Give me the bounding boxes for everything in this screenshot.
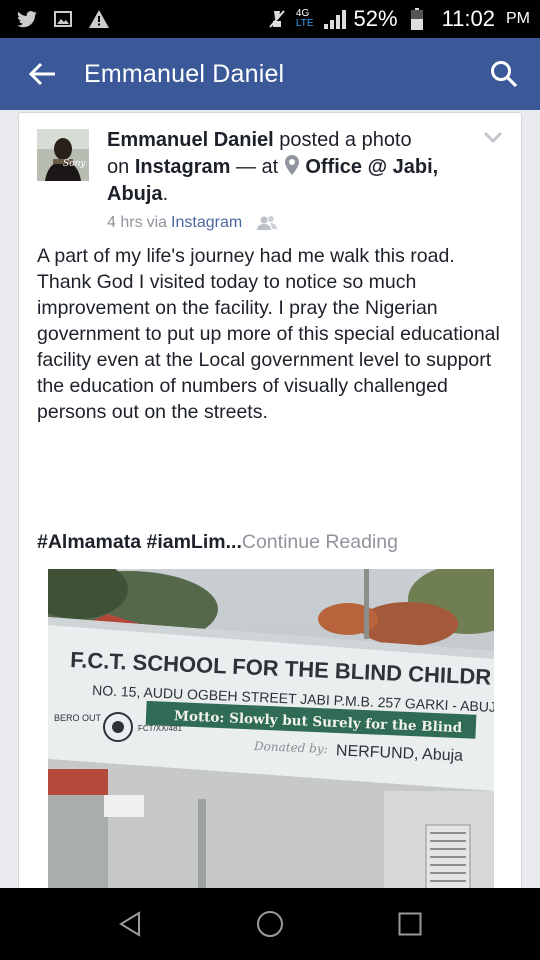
post-text: A part of my life's journey had me walk … — [37, 245, 500, 423]
page-title: Emmanuel Daniel — [84, 59, 285, 88]
post-header: Emmanuel Daniel posted a photo on Instag… — [107, 129, 439, 205]
via-link[interactable]: Instagram — [171, 214, 242, 232]
platform-link[interactable]: Instagram — [135, 156, 231, 178]
network-type: 4G LTE — [296, 9, 314, 29]
search-icon — [491, 61, 518, 88]
warning-icon — [88, 8, 110, 30]
mute-icon — [266, 8, 288, 30]
via-word: via — [146, 214, 168, 231]
image-icon — [52, 8, 74, 30]
nav-home-button[interactable] — [240, 894, 300, 954]
on-word: on — [107, 156, 130, 178]
recents-square-icon — [398, 912, 422, 936]
post-card: Sony Emmanuel Daniel posted a photo on I… — [18, 112, 522, 888]
post-time[interactable]: 4 hrs — [107, 214, 143, 232]
avatar[interactable]: Sony — [37, 129, 89, 181]
back-triangle-icon — [119, 911, 140, 937]
ellipsis: ... — [225, 531, 242, 553]
status-bar: 4G LTE 52% 11:02 PM — [0, 0, 540, 38]
place-link-city[interactable]: Abuja — [107, 183, 163, 205]
sign-left-code: BERO OUT — [54, 713, 102, 723]
app-bar: Emmanuel Daniel — [0, 38, 540, 110]
twitter-icon — [16, 8, 38, 30]
place-link[interactable]: Office @ Jabi, — [305, 156, 438, 178]
network-bottom-label: LTE — [295, 18, 314, 29]
post-meta: 4 hrs via Instagram — [107, 214, 278, 232]
nav-back-button[interactable] — [100, 894, 160, 954]
clock-ampm: PM — [506, 10, 530, 27]
back-button[interactable] — [0, 38, 84, 110]
signal-icon — [323, 8, 346, 30]
nav-recents-button[interactable] — [380, 894, 440, 954]
system-nav-bar — [0, 888, 540, 960]
continue-reading-link[interactable]: Continue Reading — [242, 531, 398, 553]
location-pin-icon — [284, 155, 299, 175]
post-action: posted a photo — [279, 129, 412, 151]
post-tags: #Almamata #iamLim...Continue Reading — [37, 531, 398, 554]
feed: Sony Emmanuel Daniel posted a photo on I… — [0, 110, 540, 888]
battery-icon — [406, 8, 428, 30]
avatar-caption: Sony — [63, 159, 86, 169]
chevron-down-icon — [483, 131, 503, 144]
hashtag-link[interactable]: #iamLim — [146, 531, 225, 553]
post-photo[interactable]: F.C.T. SCHOOL FOR THE BLIND CHILDR NO. 1… — [48, 569, 494, 888]
post-options-button[interactable] — [483, 131, 503, 145]
at-word: — at — [235, 156, 279, 178]
home-circle-icon — [257, 911, 283, 937]
photo-image: F.C.T. SCHOOL FOR THE BLIND CHILDR NO. 1… — [48, 569, 494, 888]
battery-percent: 52% — [353, 6, 398, 31]
friends-audience-icon — [257, 216, 278, 230]
search-button[interactable] — [480, 50, 528, 98]
back-arrow-icon — [29, 62, 55, 86]
author-name[interactable]: Emmanuel Daniel — [107, 129, 274, 151]
avatar-image — [37, 129, 89, 181]
clock: 11:02 — [441, 6, 495, 31]
sign-left-code2: FCT/XX/481 — [138, 724, 183, 733]
hashtag-link[interactable]: #Almamata — [37, 531, 141, 553]
